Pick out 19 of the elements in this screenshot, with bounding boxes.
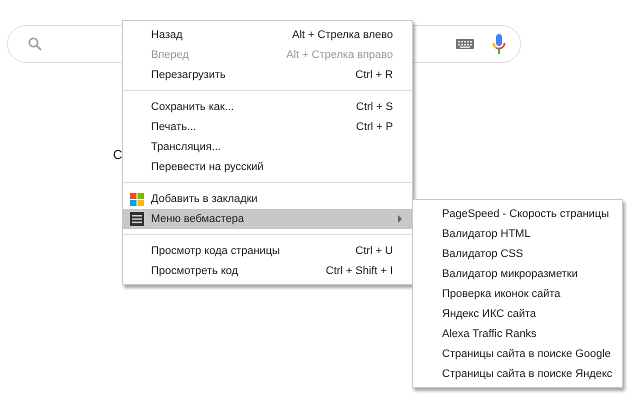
menu-item-label: Меню вебмастера: [151, 213, 246, 225]
shortcut-label: Ctrl + U: [355, 245, 393, 257]
menu-item-label: Перезагрузить: [151, 69, 227, 81]
menu-item-label: Сохранить как...: [151, 101, 235, 113]
menu-item-label: Назад: [151, 29, 184, 41]
menu-item-label: Вперед: [151, 49, 190, 61]
shortcut-label: Alt + Стрелка влево: [292, 29, 393, 41]
menu-item-label: Печать...: [151, 121, 198, 133]
menu-item-label: Трансляция...: [151, 141, 222, 153]
shortcut-label: Ctrl + P: [356, 121, 393, 133]
page-text: С: [113, 147, 124, 162]
shortcut-label: Alt + Стрелка вправо: [286, 49, 393, 61]
menu-item-label: Добавить в закладки: [151, 193, 259, 205]
menu-item-label: Перевести на русский: [151, 161, 265, 173]
menu-item-label: Просмотреть код: [151, 265, 240, 277]
shortcut-label: Ctrl + R: [355, 69, 393, 81]
shortcut-label: Ctrl + S: [356, 101, 393, 113]
menu-item-label: Просмотр кода страницы: [151, 245, 281, 257]
shortcut-label: Ctrl + Shift + I: [326, 265, 393, 277]
